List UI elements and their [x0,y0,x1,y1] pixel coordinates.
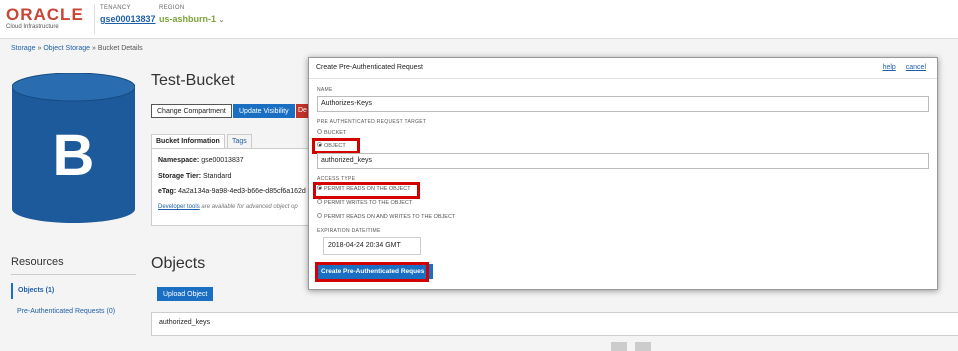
region-label: REGION [159,5,185,11]
radio-permit-reads-writes[interactable]: PERMIT READS ON AND WRITES TO THE OBJECT [317,213,455,221]
help-link[interactable]: help [883,64,896,71]
annotation-highlight-object [312,138,360,154]
oracle-logo[interactable]: ORACLE Cloud Infrastructure [6,6,84,30]
radio-permit-writes[interactable]: PERMIT WRITES TO THE OBJECT [317,199,412,207]
pagination-next[interactable] [635,342,651,351]
developer-tools-text: are available for advanced object op [201,204,298,210]
target-label: PRE AUTHENTICATED REQUEST TARGET [317,119,427,125]
breadcrumb-object-storage[interactable]: Object Storage [43,45,90,52]
upload-object-button[interactable]: Upload Object [157,287,214,301]
tenancy-link[interactable]: gse00013837 [100,14,156,24]
dialog-title: Create Pre-Authenticated Request [316,64,424,71]
bucket-icon: B [12,73,135,223]
bucket-icon-letter: B [53,123,95,188]
breadcrumb: Storage » Object Storage » Bucket Detail… [11,45,143,52]
chevron-down-icon: ⌄ [218,17,225,24]
resource-item-objects[interactable]: Objects (1) [11,283,54,299]
resources-divider [11,274,136,275]
radio-bucket[interactable]: BUCKET [317,129,346,137]
top-header: ORACLE Cloud Infrastructure TENANCY gse0… [0,0,958,39]
etag-label: eTag: [158,188,177,195]
developer-tools-row: Developer tools are available for advanc… [158,204,298,210]
name-input[interactable]: Authorizes-Keys [317,96,929,112]
header-divider [94,4,95,34]
expiration-label: EXPIRATION DATE/TIME [317,228,381,234]
cancel-link[interactable]: cancel [906,64,926,71]
create-par-dialog: Create Pre-Authenticated Request help ca… [308,57,938,290]
tenancy-label: TENANCY [100,5,131,11]
radio-permit-reads-writes-icon [317,213,322,219]
change-compartment-button[interactable]: Change Compartment [151,104,232,118]
resources-heading: Resources [11,256,64,268]
etag-value: 4a2a134a-9a98-4ed3-b66e-d85cf6a162d [178,188,306,195]
annotation-highlight-reads [313,182,420,199]
storage-tier-row: Storage Tier: Standard [158,173,231,180]
breadcrumb-separator: » [92,45,96,52]
update-visibility-button[interactable]: Update Visibility [233,104,295,118]
breadcrumb-storage[interactable]: Storage [11,45,36,52]
dialog-header-links: help cancel [875,64,926,71]
radio-permit-writes-icon [317,199,322,205]
developer-tools-link[interactable]: Developer tools [158,204,200,210]
radio-bucket-label: BUCKET [324,130,347,136]
etag-row: eTag: 4a2a134a-9a98-4ed3-b66e-d85cf6a162… [158,188,306,195]
resource-item-par[interactable]: Pre-Authenticated Requests (0) [17,308,115,315]
namespace-row: Namespace: gse00013837 [158,157,244,164]
dialog-header: Create Pre-Authenticated Request help ca… [309,58,937,79]
logo-subtitle: Cloud Infrastructure [6,24,59,30]
pagination-prev[interactable] [611,342,627,351]
breadcrumb-current: Bucket Details [97,45,143,52]
objects-heading: Objects [151,255,206,272]
region-selector[interactable]: us-ashburn-1 ⌄ [159,14,224,24]
object-name-input[interactable]: authorized_keys [317,153,929,169]
storage-tier-label: Storage Tier: [158,173,202,180]
expiration-input[interactable]: 2018-04-24 20:34 GMT [323,237,421,255]
breadcrumb-separator: » [37,45,42,52]
region-value: us-ashburn-1 [159,14,217,24]
annotation-highlight-create [315,262,429,282]
delete-button[interactable]: De [296,104,308,118]
bucket-info-panel: Namespace: gse00013837 Storage Tier: Sta… [151,148,322,226]
storage-tier-value: Standard [203,173,232,180]
table-row[interactable]: authorized_keys [159,319,210,326]
logo-wordmark: ORACLE [6,5,84,24]
namespace-label: Namespace: [158,157,200,164]
name-label: NAME [317,87,333,93]
radio-permit-reads-writes-label: PERMIT READS ON AND WRITES TO THE OBJECT [324,214,456,220]
radio-permit-writes-label: PERMIT WRITES TO THE OBJECT [324,200,413,206]
namespace-value: gse00013837 [201,157,244,164]
radio-bucket-icon [317,129,322,135]
page-title: Test-Bucket [151,72,235,89]
objects-table: authorized_keys [151,312,958,336]
